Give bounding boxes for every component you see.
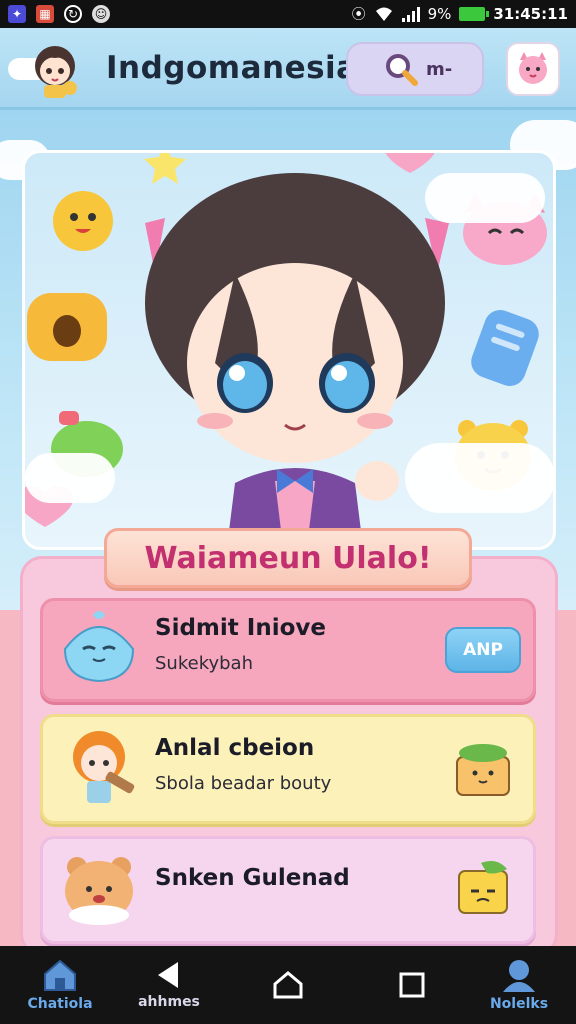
search-label: m- xyxy=(426,58,453,80)
menu-card-3[interactable]: Snken Gulenad xyxy=(40,836,536,944)
nav-recents[interactable] xyxy=(382,946,442,1024)
sticky-note-icon xyxy=(458,861,508,914)
app-title: Indgomanesia xyxy=(106,50,358,86)
orange-haired-character-icon xyxy=(73,731,135,803)
vibrate-icon: ⦿ xyxy=(351,7,366,23)
card-title: Snken Gulenad xyxy=(155,865,350,891)
hero-illustration xyxy=(22,150,556,550)
home-outline-icon xyxy=(273,971,303,999)
nav-back[interactable]: ahhmes xyxy=(124,946,214,1024)
battery-icon xyxy=(459,7,490,21)
pink-pet-icon xyxy=(519,52,547,84)
face-notification-icon: ☺ xyxy=(92,5,110,23)
bottom-nav-bar: Chatiola ahhmes Nolelks xyxy=(0,946,576,1024)
signal-icon xyxy=(401,6,420,22)
card-subtitle: Sbola beadar bouty xyxy=(155,773,332,794)
card-title: Anlal cbeion xyxy=(155,735,315,761)
welcome-text: Waiameun Ulalo! xyxy=(144,540,432,576)
teddy-bear-icon xyxy=(65,857,133,925)
nav-home-label: Chatiola xyxy=(27,996,93,1012)
menu-card-2[interactable]: Anlal cbeion Sbola beadar bouty xyxy=(40,714,536,824)
profile-button[interactable] xyxy=(506,42,560,96)
app-button-label: ANP xyxy=(463,640,503,660)
app-notification-icon: ✦ xyxy=(8,5,26,23)
back-arrow-icon xyxy=(158,962,178,988)
recents-square-icon xyxy=(399,972,425,998)
avatar[interactable] xyxy=(26,38,84,100)
search-button[interactable]: m- xyxy=(346,42,484,96)
clock: 31:45:11 xyxy=(493,5,568,23)
nav-home-button[interactable] xyxy=(258,946,318,1024)
card-title: Sidmit Iniove xyxy=(155,615,326,641)
calendar-notification-icon: ▦ xyxy=(36,5,54,23)
character-icon xyxy=(503,960,535,992)
nav-notes[interactable]: Nolelks xyxy=(474,946,564,1024)
app-header: Indgomanesia m- xyxy=(0,28,576,110)
nav-notes-label: Nolelks xyxy=(489,996,549,1012)
nav-home[interactable]: Chatiola xyxy=(20,946,100,1024)
status-bar: ✦ ▦ ↻ ☺ ⦿ 9% 31:45:11 xyxy=(0,0,576,28)
menu-card-1[interactable]: Sidmit Iniove Sukekybah ANP xyxy=(40,598,536,702)
wifi-icon xyxy=(375,7,392,21)
sync-icon: ↻ xyxy=(64,5,82,23)
app-button[interactable]: ANP xyxy=(445,627,521,673)
cake-icon xyxy=(456,744,510,796)
welcome-banner: Waiameun Ulalo! xyxy=(104,528,472,588)
nav-back-label: ahhmes xyxy=(138,994,200,1010)
battery-percent: 9% xyxy=(427,5,452,23)
blue-creature-icon xyxy=(63,611,135,683)
search-icon xyxy=(386,54,418,86)
card-subtitle: Sukekybah xyxy=(155,653,253,674)
home-icon xyxy=(44,959,76,991)
